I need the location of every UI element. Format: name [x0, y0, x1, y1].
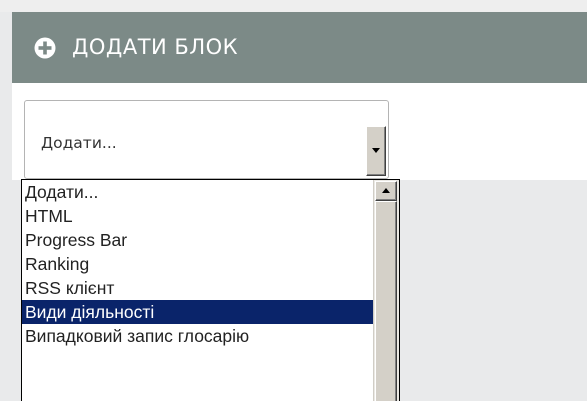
dropdown-option[interactable]: Додати...: [22, 180, 373, 204]
plus-circle-icon: [34, 37, 56, 59]
scroll-thumb[interactable]: [375, 201, 397, 401]
dropdown-option[interactable]: RSS клієнт: [22, 276, 373, 300]
add-block-select[interactable]: Додати...: [24, 100, 389, 179]
select-current-value: Додати...: [41, 134, 117, 152]
select-dropdown-button[interactable]: [366, 126, 386, 176]
dropdown-option[interactable]: Ranking: [22, 252, 373, 276]
dropdown-scrollbar[interactable]: [373, 180, 399, 401]
page-top-strip: [0, 0, 587, 12]
dropdown-list[interactable]: Додати... HTML Progress Bar Ranking RSS кліє…: [21, 179, 400, 401]
chevron-down-icon: [372, 148, 380, 153]
block-header: ДОДАТИ БЛОК: [12, 12, 587, 83]
dropdown-option[interactable]: Progress Bar: [22, 228, 373, 252]
dropdown-option[interactable]: HTML: [22, 204, 373, 228]
dropdown-option[interactable]: Випадковий запис глосарію: [22, 324, 373, 348]
arrow-up-icon: [382, 188, 390, 193]
dropdown-option[interactable]: Види діяльності: [22, 300, 373, 324]
scroll-up-button[interactable]: [375, 181, 397, 201]
dropdown-options: Додати... HTML Progress Bar Ranking RSS кліє…: [22, 180, 373, 348]
add-block-widget: ДОДАТИ БЛОК Додати... Додати... HTML Progr…: [0, 0, 587, 401]
block-title: ДОДАТИ БЛОК: [72, 35, 239, 59]
